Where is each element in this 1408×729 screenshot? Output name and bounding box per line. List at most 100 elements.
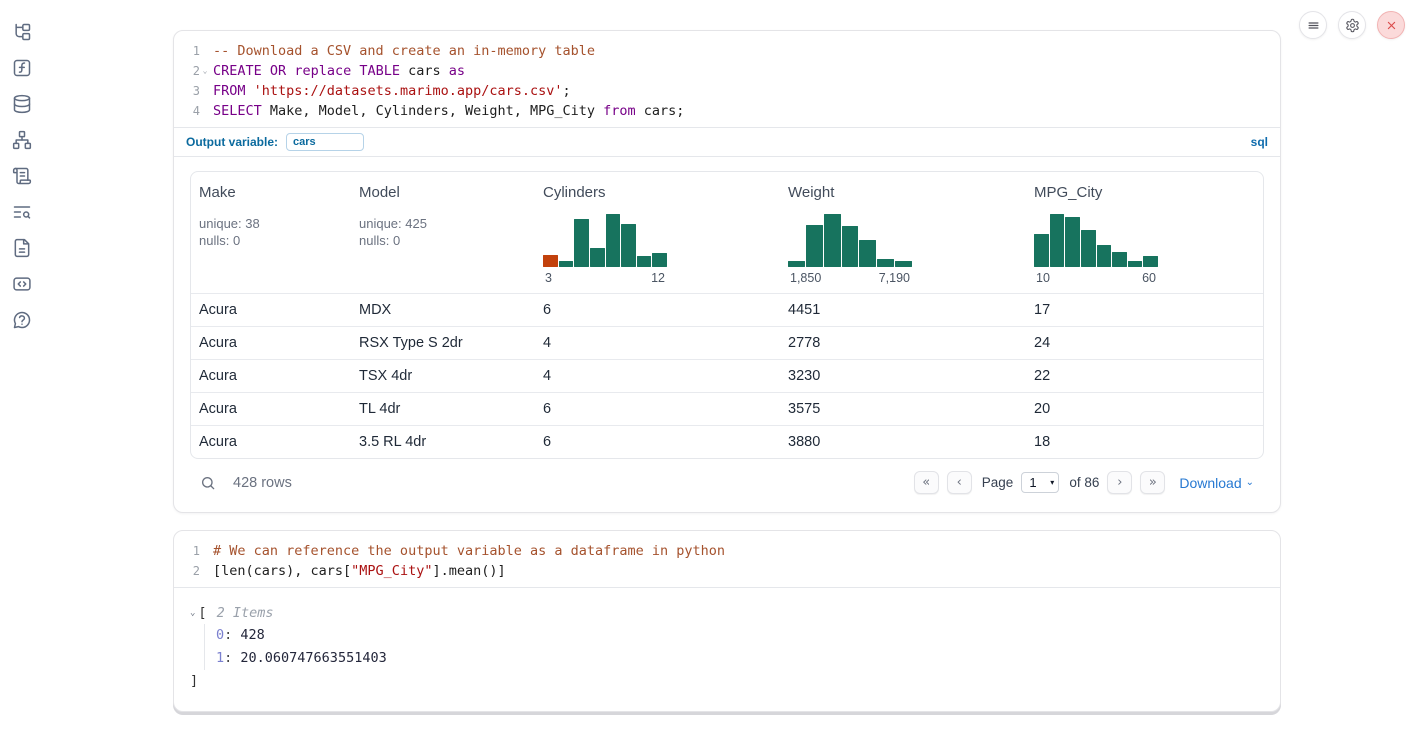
chevron-down-icon[interactable]: ⌄ xyxy=(190,608,195,618)
column-stats: unique: 425nulls: 0 xyxy=(359,215,535,249)
line-number: 1 xyxy=(174,541,200,561)
help-icon[interactable] xyxy=(12,310,32,330)
database-icon[interactable] xyxy=(12,94,32,114)
column-stat: unique: 425 xyxy=(359,215,535,232)
fold-spacer xyxy=(200,81,210,101)
column-header-model[interactable]: Modelunique: 425nulls: 0 xyxy=(351,184,535,285)
code-token: # We can reference the output variable a… xyxy=(213,543,725,559)
histogram-axis-labels: 312 xyxy=(543,271,667,285)
histogram-bar[interactable] xyxy=(1034,234,1049,267)
sql-cell: 1-- Download a CSV and create an in-memo… xyxy=(173,30,1281,513)
prev-page-button[interactable]: ‹ xyxy=(947,471,972,494)
snippets-icon[interactable] xyxy=(12,274,32,294)
pagination: « ‹ Page 1 ▾ of 86 › » Download ⌄ xyxy=(914,471,1254,494)
column-name: Make xyxy=(199,184,351,201)
table-cell: TL 4dr xyxy=(351,401,535,417)
output-variable-input[interactable] xyxy=(286,133,364,151)
table-cell: Acura xyxy=(191,401,351,417)
histogram-bar[interactable] xyxy=(788,261,805,267)
tree-entry-key: 0 xyxy=(216,627,224,643)
histogram-bar[interactable] xyxy=(895,261,912,267)
histogram-bar[interactable] xyxy=(574,219,589,267)
histogram-axis-labels: 10 60 xyxy=(1034,271,1158,285)
histogram-bar[interactable] xyxy=(824,214,841,267)
line-number: 1 xyxy=(174,41,200,61)
histogram-bar[interactable] xyxy=(1097,245,1112,267)
table-row: AcuraMDX6445117 xyxy=(191,293,1263,326)
axis-tick-label: 60 xyxy=(1142,271,1156,285)
table-cell: 18 xyxy=(1026,434,1263,450)
histogram-bar[interactable] xyxy=(543,255,558,267)
column-header-cylinders[interactable]: Cylinders 312 xyxy=(535,184,780,285)
column-name: Cylinders xyxy=(543,184,780,201)
download-button[interactable]: Download ⌄ xyxy=(1179,475,1254,491)
column-histogram: 1,8507,190 xyxy=(788,214,912,285)
histogram-bars xyxy=(788,214,912,267)
axis-tick-label: 10 xyxy=(1036,271,1050,285)
histogram-bar[interactable] xyxy=(806,225,823,267)
column-stats: unique: 38nulls: 0 xyxy=(199,215,351,249)
line-gutter: 2⌄ xyxy=(174,61,210,81)
file-tree-icon[interactable] xyxy=(12,22,32,42)
output-variable-label: Output variable: xyxy=(186,135,278,149)
tree-open-bracket: [ xyxy=(198,605,206,621)
code-token xyxy=(262,63,270,79)
close-app-button[interactable] xyxy=(1377,11,1405,39)
logs-search-icon[interactable] xyxy=(12,202,32,222)
last-page-button[interactable]: » xyxy=(1140,471,1165,494)
histogram-bar[interactable] xyxy=(621,224,636,267)
page-select[interactable]: 1 ▾ xyxy=(1021,472,1059,493)
function-square-icon[interactable] xyxy=(12,58,32,78)
histogram-bar[interactable] xyxy=(859,240,876,267)
histogram-bar[interactable] xyxy=(1128,261,1143,267)
column-stat: unique: 38 xyxy=(199,215,351,232)
histogram-bars xyxy=(1034,214,1158,267)
histogram-bar[interactable] xyxy=(1081,230,1096,267)
histogram-bar[interactable] xyxy=(559,261,574,267)
histogram-bar[interactable] xyxy=(1112,252,1127,267)
column-header-mpg_city[interactable]: MPG_City1060 xyxy=(1026,184,1263,285)
tree-entry-separator: : xyxy=(224,627,240,643)
fold-chevron-icon[interactable]: ⌄ xyxy=(200,61,210,81)
code-line: 4SELECT Make, Model, Cylinders, Weight, … xyxy=(174,101,1280,121)
menu-icon xyxy=(1306,18,1321,33)
histogram-bar[interactable] xyxy=(590,248,605,267)
code-line: 3FROM 'https://datasets.marimo.app/cars.… xyxy=(174,81,1280,101)
topbar xyxy=(1299,11,1405,39)
next-page-button[interactable]: › xyxy=(1107,471,1132,494)
column-header-make[interactable]: Make unique: 38nulls: 0 xyxy=(191,184,351,285)
sidebar xyxy=(0,0,44,729)
code-line: 2 [len(cars), cars["MPG_City"].mean()] xyxy=(174,561,1280,581)
scratchpad-icon[interactable] xyxy=(12,166,32,186)
line-number: 2 xyxy=(174,561,200,581)
column-histogram: 10 60 xyxy=(1034,214,1158,285)
menu-button[interactable] xyxy=(1299,11,1327,39)
histogram-bar[interactable] xyxy=(652,253,667,267)
histogram-bar[interactable] xyxy=(637,256,652,267)
code-text: [len(cars), cars["MPG_City"].mean()] xyxy=(213,561,506,581)
axis-tick-label: 12 xyxy=(651,271,665,285)
histogram-bar[interactable] xyxy=(1065,217,1080,267)
table-cell: Acura xyxy=(191,302,351,318)
histogram-bar[interactable] xyxy=(606,214,621,267)
axis-tick-label: 7,190 xyxy=(879,271,910,285)
histogram-bar[interactable] xyxy=(842,226,859,267)
documentation-icon[interactable] xyxy=(12,238,32,258)
histogram-bar[interactable] xyxy=(1050,214,1065,267)
table-cell: 24 xyxy=(1026,335,1263,351)
line-number: 3 xyxy=(174,81,200,101)
settings-button[interactable] xyxy=(1338,11,1366,39)
python-code-editor[interactable]: 1 # We can reference the output variable … xyxy=(174,531,1280,587)
column-name: Weight xyxy=(788,184,1026,201)
code-token: ; xyxy=(563,83,571,99)
histogram-bar[interactable] xyxy=(877,259,894,267)
column-header-weight[interactable]: Weight 1,8507,190 xyxy=(780,184,1026,285)
first-page-button[interactable]: « xyxy=(914,471,939,494)
histogram-bar[interactable] xyxy=(1143,256,1158,267)
rows-count: 428 rows xyxy=(233,475,292,491)
sql-code-editor[interactable]: 1-- Download a CSV and create an in-memo… xyxy=(174,31,1280,127)
tree-body: 0: 4281: 20.060747663551403 xyxy=(204,624,1264,670)
line-number: 4 xyxy=(174,101,200,121)
dependency-graph-icon[interactable] xyxy=(12,130,32,150)
search-icon[interactable] xyxy=(200,475,216,491)
